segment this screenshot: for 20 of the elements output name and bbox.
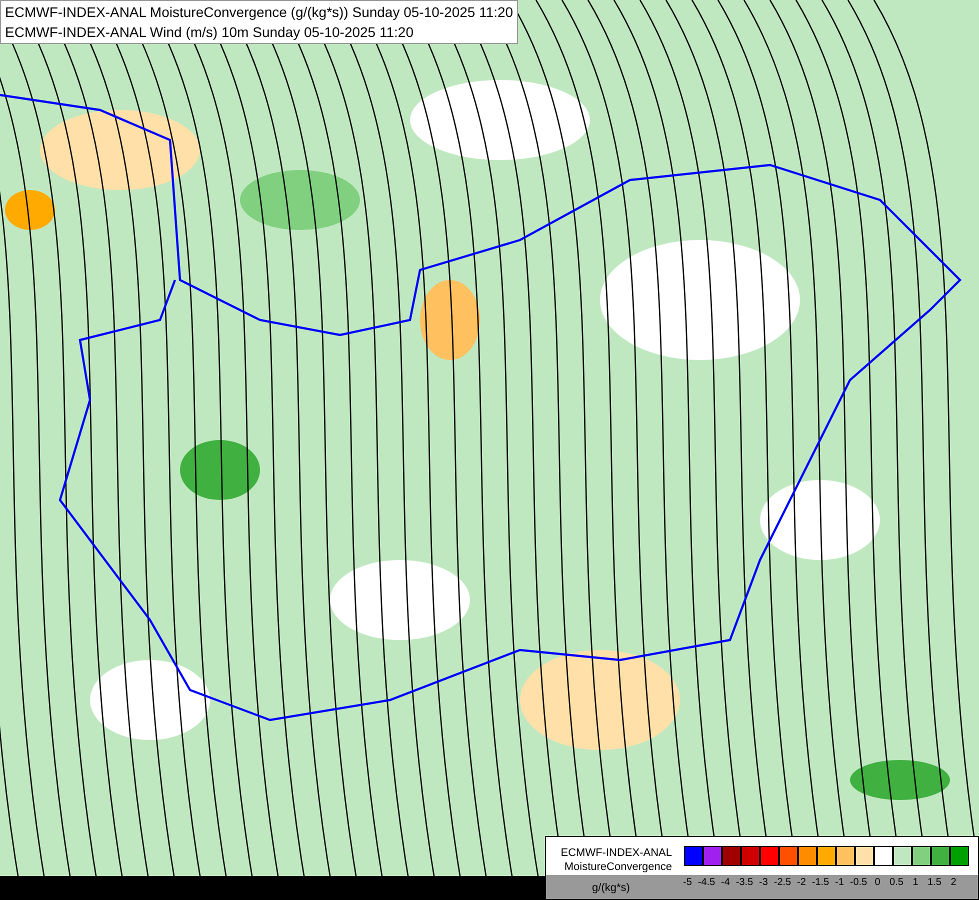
legend-tick-label: 0 bbox=[874, 877, 882, 889]
legend-tick-label: -3.5 bbox=[735, 877, 754, 889]
map-title: ECMWF-INDEX-ANAL MoistureConvergence (g/(kg*s)) Sunday 05-10-2025 11:20 bbox=[5, 3, 514, 22]
legend-tick-label: -3 bbox=[758, 877, 769, 889]
legend-tick-label: 0.5 bbox=[888, 877, 904, 889]
legend-tick-label: -4 bbox=[720, 877, 731, 889]
legend-tick-label: 1 bbox=[912, 877, 920, 889]
map-title: ECMWF-INDEX-ANAL Wind (m/s) 10m Sunday 05-10-2025 11:20 bbox=[5, 23, 414, 42]
legend-tick-label: -1.5 bbox=[811, 877, 830, 889]
legend-tick-label: -1 bbox=[834, 877, 845, 889]
legend-title: ECMWF-INDEX-ANAL bbox=[560, 846, 672, 860]
legend-tick-label: -0.5 bbox=[849, 877, 868, 889]
legend-unit: g/(kg*s) bbox=[591, 881, 631, 895]
legend-tick-label: 1.5 bbox=[926, 877, 942, 889]
legend-tick-label: 2 bbox=[950, 877, 958, 889]
legend-title: MoistureConvergence bbox=[564, 860, 672, 874]
legend-tick-label: -4.5 bbox=[697, 877, 716, 889]
legend-tick-label: -2.5 bbox=[773, 877, 792, 889]
legend-tick-label: -5 bbox=[682, 877, 693, 889]
legend-tick-label: -2 bbox=[796, 877, 807, 889]
